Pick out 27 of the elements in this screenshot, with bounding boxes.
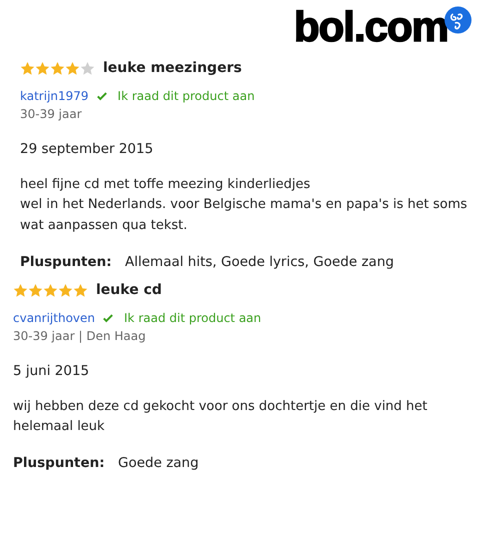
pros-label: Pluspunten: [20,252,113,272]
review-title: leuke cd [96,280,162,300]
review-text: heel fijne cd met toffe meezing kinderliedjes wel in het Nederlands. voor Belgische mama's en papa's is het soms wat aanpassen qua tekst. [20,176,468,235]
star-icon [13,282,28,298]
recommendation-text: Ik raad dit product aan [118,88,255,105]
recommendation-text: Ik raad dit product aan [124,310,262,327]
star-icon [73,282,88,298]
star-icon [43,282,58,298]
author-link[interactable]: katrijn1979 [20,87,89,105]
pros-text: Allemaal hits, Goede lyrics, Goede zang [125,254,394,270]
logo: bol.com [294,6,448,48]
star-icon [28,282,43,298]
star-icon [80,61,95,76]
star-icon [50,61,65,76]
reviewer-info: 30-39 jaar | Den Haag [13,328,147,345]
review-date: 5 juni 2015 [13,362,90,381]
star-icon [58,282,73,298]
star-icon [35,61,50,76]
review-title: leuke meezingers [103,59,242,78]
reviewer-info: 30-39 jaar [20,106,83,123]
review-text: wij hebben deze cd gekocht voor ons dochtertje en die vind het helemaal leuk [13,398,428,436]
pros-label: Pluspunten: [13,454,106,474]
star-icon [20,61,35,76]
review-date: 29 september 2015 [20,140,154,159]
star-icon [65,61,80,76]
author-link[interactable]: cvanrijthoven [13,308,96,327]
pros-text: Goede zang [118,455,199,472]
